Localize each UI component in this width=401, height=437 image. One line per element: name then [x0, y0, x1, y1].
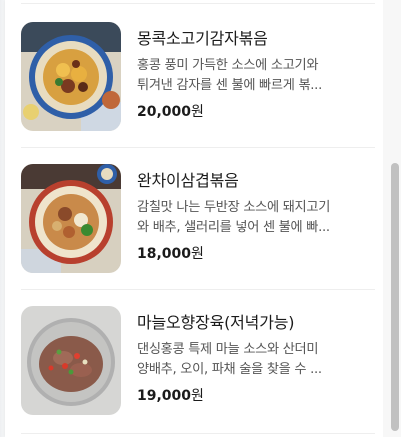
menu-item-price: 20,000원 — [137, 101, 375, 121]
price-value: 18,000 — [137, 246, 192, 262]
menu-item-price: 18,000원 — [137, 243, 375, 263]
price-currency: 원 — [191, 104, 204, 120]
menu-item-description-line: 튀겨낸 감자를 센 불에 빠르게 볶... — [137, 78, 322, 93]
scrollbar-track[interactable] — [383, 0, 401, 437]
menu-item-description: 홍콩 풍미 가득한 소스에 소고기와 튀겨낸 감자를 센 불에 빠르게 볶... — [137, 56, 375, 96]
scrollbar-thumb[interactable] — [391, 163, 399, 431]
menu-item-name: 마늘오향장육(저녁가능) — [137, 313, 295, 332]
divider — [21, 289, 375, 290]
menu-item-description: 감칠맛 나는 두반장 소스에 돼지고기 와 배추, 샐러리를 넣어 센 불에 빠… — [137, 198, 375, 238]
price-currency: 원 — [191, 388, 204, 404]
divider — [21, 433, 375, 434]
menu-item-description-line: 댄싱홍콩 특제 마늘 소스와 산더미 — [137, 342, 319, 357]
menu-item-photo[interactable] — [21, 22, 121, 131]
menu-item-description-line: 양배추, 오이, 파채 술을 찾을 수 ... — [137, 362, 322, 377]
menu-item-info: 마늘오향장육(저녁가능) 댄싱홍콩 특제 마늘 소스와 산더미 양배추, 오이,… — [137, 312, 375, 405]
menu-item-info: 몽콕소고기감자볶음 홍콩 풍미 가득한 소스에 소고기와 튀겨낸 감자를 센 불… — [137, 28, 375, 121]
menu-item[interactable]: 완차이삼겹볶음 감칠맛 나는 두반장 소스에 돼지고기 와 배추, 샐러리를 넣… — [21, 164, 375, 282]
menu-item-photo[interactable] — [21, 164, 121, 273]
divider — [21, 3, 375, 4]
menu-panel[interactable]: 몽콕소고기감자볶음 홍콩 풍미 가득한 소스에 소고기와 튀겨낸 감자를 센 불… — [5, 0, 383, 437]
menu-item-info: 완차이삼겹볶음 감칠맛 나는 두반장 소스에 돼지고기 와 배추, 샐러리를 넣… — [137, 170, 375, 263]
menu-item-description-line: 와 배추, 샐러리를 넣어 센 불에 빠... — [137, 220, 330, 235]
menu-item[interactable]: 몽콕소고기감자볶음 홍콩 풍미 가득한 소스에 소고기와 튀겨낸 감자를 센 불… — [21, 22, 375, 140]
menu-item-description: 댄싱홍콩 특제 마늘 소스와 산더미 양배추, 오이, 파채 술을 찾을 수 .… — [137, 340, 375, 380]
divider — [21, 147, 375, 148]
menu-item-name: 몽콕소고기감자볶음 — [137, 29, 268, 48]
menu-item-photo[interactable] — [21, 306, 121, 415]
price-currency: 원 — [191, 246, 204, 262]
menu-item-description-line: 감칠맛 나는 두반장 소스에 돼지고기 — [137, 200, 331, 215]
menu-item-name: 완차이삼겹볶음 — [137, 171, 239, 190]
price-value: 20,000 — [137, 104, 192, 120]
menu-item-description-line: 홍콩 풍미 가득한 소스에 소고기와 — [137, 58, 319, 73]
price-value: 19,000 — [137, 388, 192, 404]
menu-item-price: 19,000원 — [137, 385, 375, 405]
menu-item[interactable]: 마늘오향장육(저녁가능) 댄싱홍콩 특제 마늘 소스와 산더미 양배추, 오이,… — [21, 306, 375, 424]
